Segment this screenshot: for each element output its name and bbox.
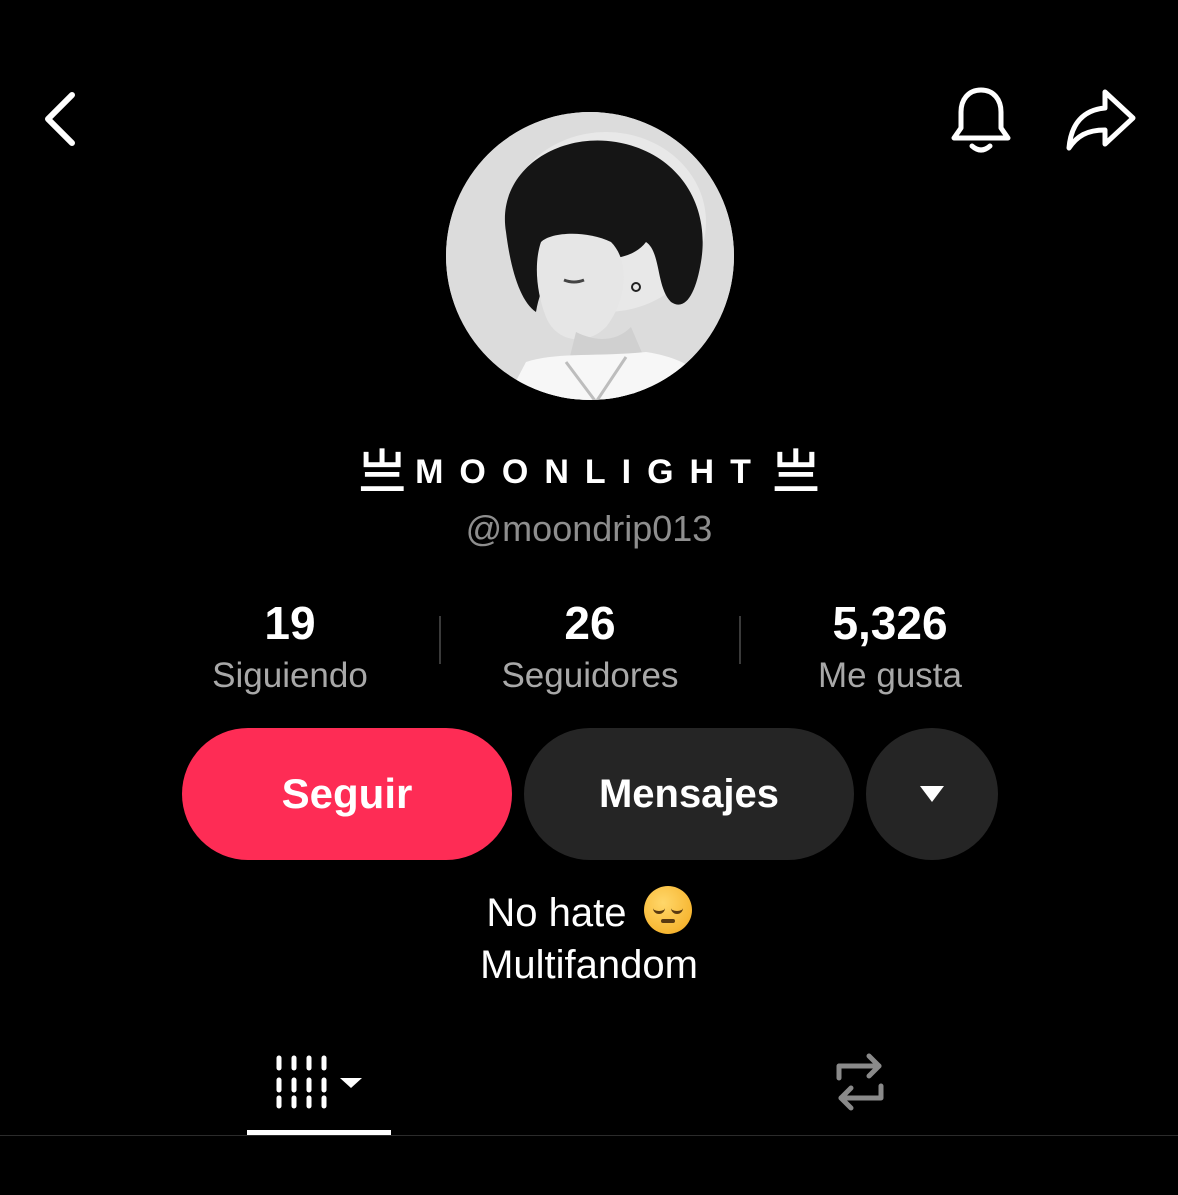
name-prefix-symbol: 亗 <box>359 446 406 498</box>
stat-value: 26 <box>564 597 616 649</box>
chevron-left-icon <box>45 92 75 146</box>
profile-photo <box>446 112 734 400</box>
stat-label: Seguidores <box>501 656 679 695</box>
notification-bell-button[interactable] <box>944 80 1018 160</box>
bio: No hate Multifandom <box>0 886 1178 991</box>
tabs-divider <box>0 1135 1178 1136</box>
bell-icon <box>951 87 1011 153</box>
emoji-mouth <box>660 919 675 923</box>
stat-value: 19 <box>264 597 316 649</box>
stat-followers[interactable]: 26 Seguidores <box>440 596 740 700</box>
username-handle: @moondrip013 <box>465 508 713 549</box>
name-suffix-symbol: 亗 <box>772 446 819 498</box>
share-button[interactable] <box>1060 82 1142 156</box>
back-button[interactable] <box>28 84 92 154</box>
caret-down-icon <box>920 786 944 802</box>
bio-line-1: No hate <box>0 886 1178 939</box>
repost-icon <box>836 1053 884 1111</box>
stat-value: 5,326 <box>832 597 948 649</box>
profile-screen: 亗 MOONLIGHT 亗 @moondrip013 19 Siguiendo … <box>0 0 1178 1195</box>
follow-button[interactable]: Seguir <box>182 728 512 860</box>
profile-stats: 19 Siguiendo 26 Seguidores 5,326 Me gust… <box>140 596 1040 696</box>
videos-grid-icon <box>276 1055 362 1109</box>
pensive-face-emoji-icon <box>643 886 692 934</box>
stat-label: Me gusta <box>818 656 962 695</box>
tab-videos[interactable] <box>247 1030 391 1134</box>
bio-text: No hate <box>486 891 627 935</box>
content-tabs <box>0 1030 1178 1136</box>
stat-label: Siguiendo <box>212 656 368 695</box>
share-arrow-icon <box>1066 89 1136 151</box>
display-name: 亗 MOONLIGHT 亗 <box>0 444 1178 500</box>
display-name-text: MOONLIGHT <box>415 453 767 491</box>
avatar[interactable] <box>446 112 734 400</box>
bio-line-2: Multifandom <box>480 943 698 987</box>
more-options-button[interactable] <box>866 728 998 860</box>
tab-reposts[interactable] <box>790 1030 930 1134</box>
messages-button[interactable]: Mensajes <box>524 728 854 860</box>
stat-following[interactable]: 19 Siguiendo <box>140 596 440 700</box>
stat-likes[interactable]: 5,326 Me gusta <box>740 596 1040 700</box>
